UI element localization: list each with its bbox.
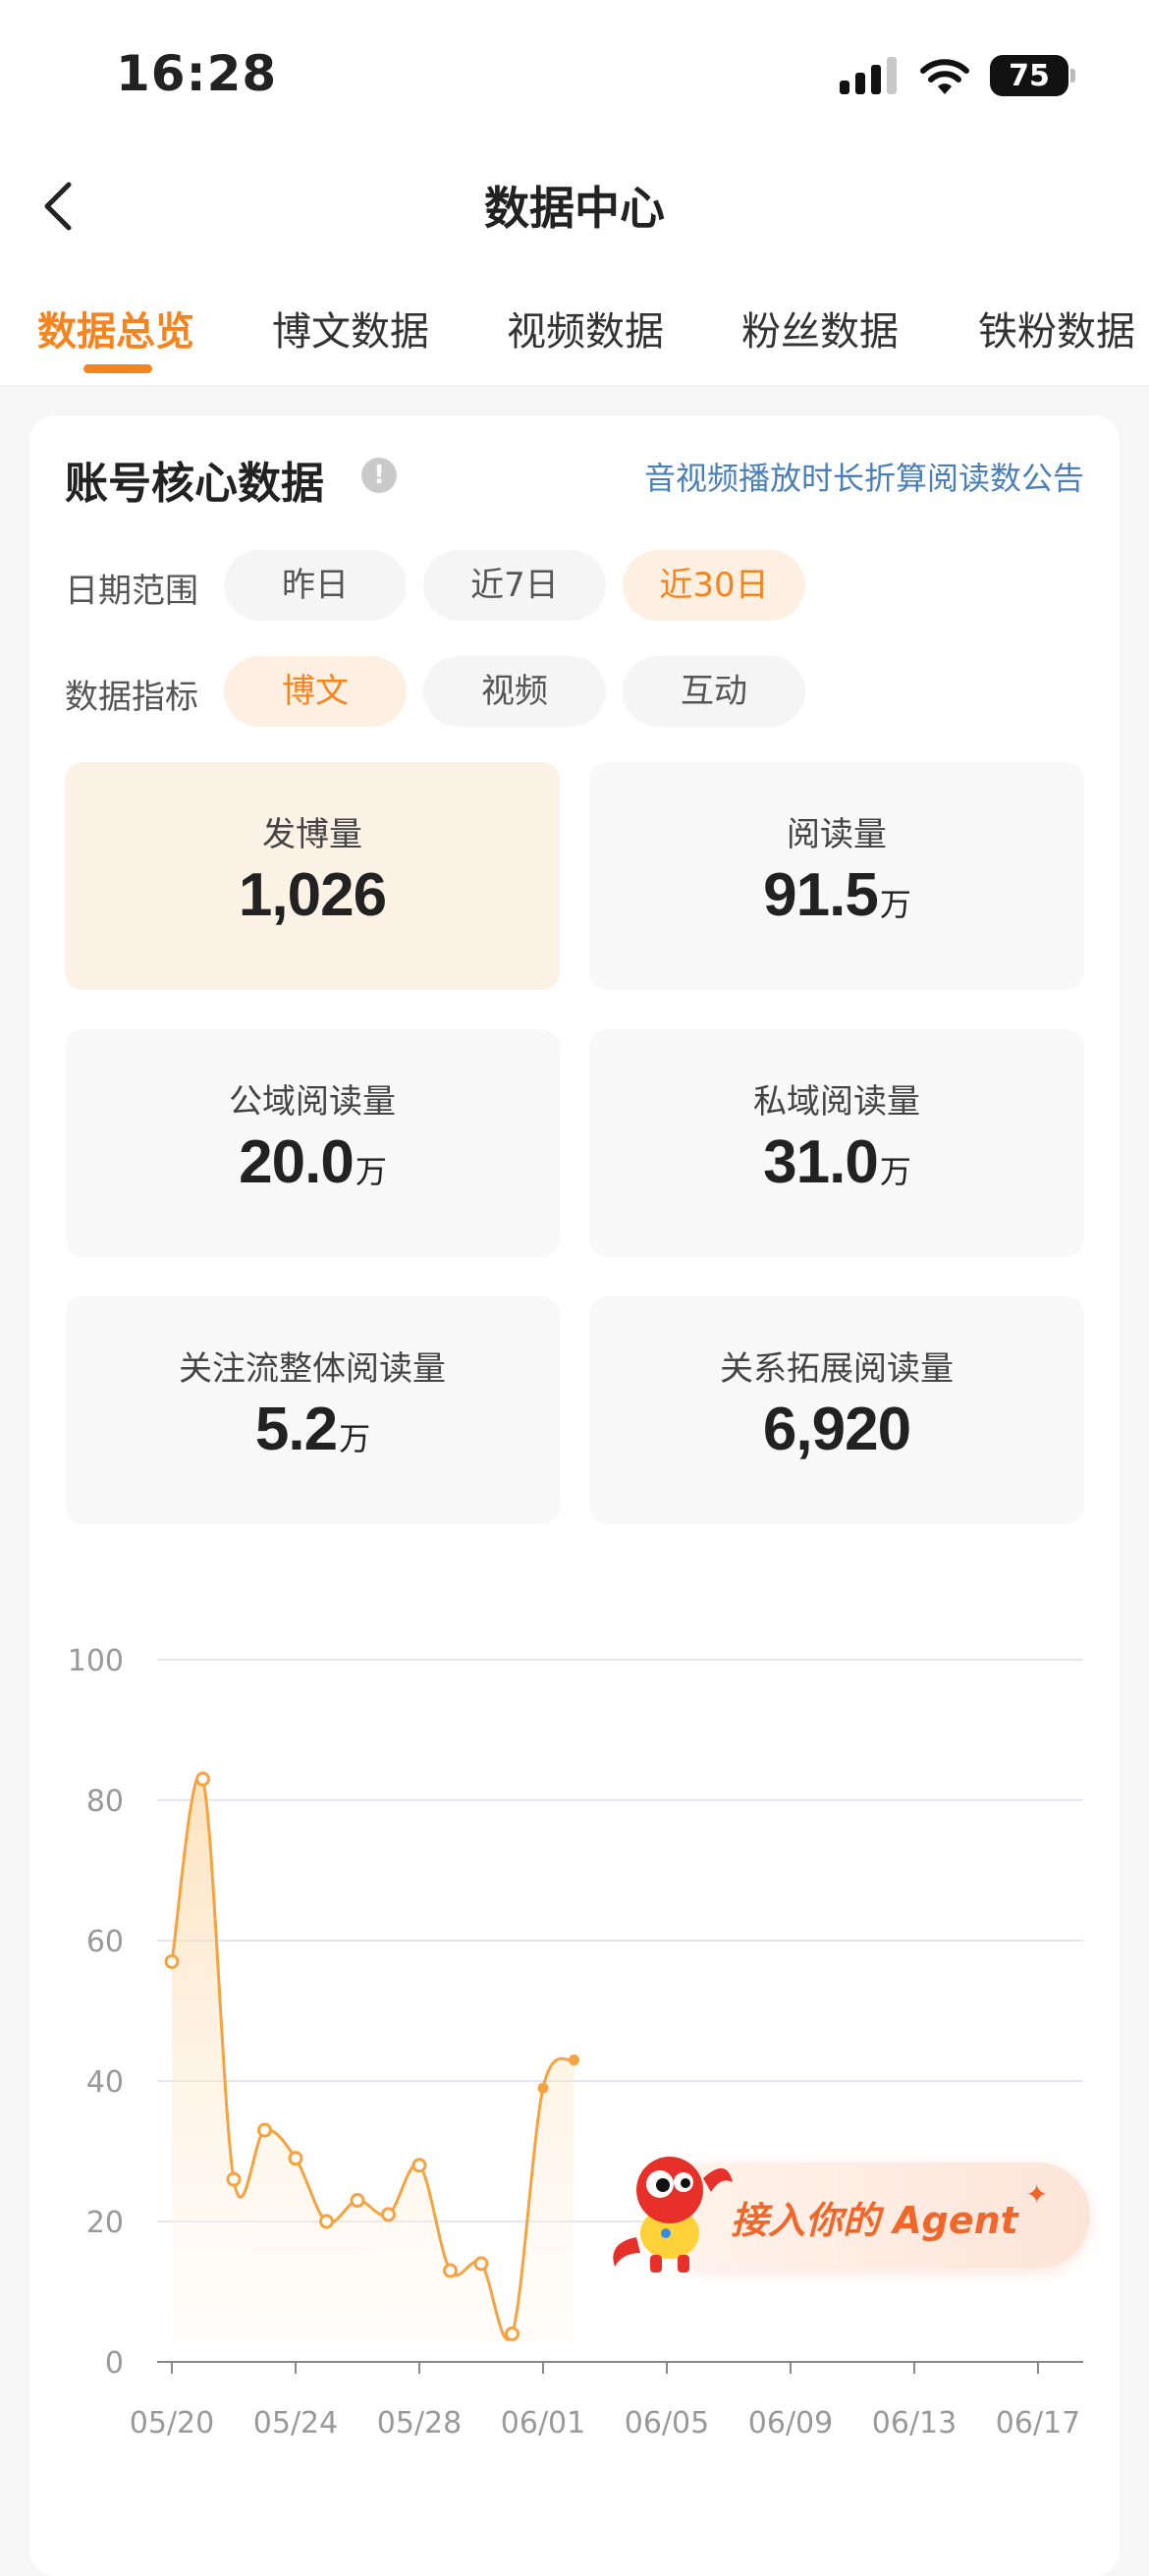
data-point	[505, 2326, 520, 2341]
metric-unit: 万	[879, 1154, 911, 1189]
status-time: 16:28	[116, 45, 278, 102]
data-point	[381, 2207, 396, 2222]
x-tick-label: 05/24	[253, 2406, 338, 2440]
data-point	[443, 2263, 458, 2278]
y-tick-label: 100	[68, 1644, 124, 1678]
x-tick-label: 06/01	[501, 2406, 585, 2440]
data-point	[350, 2193, 365, 2209]
data-point	[195, 1772, 210, 1787]
metric-unit: 万	[879, 887, 911, 922]
data-point	[319, 2214, 334, 2229]
battery-icon: 75	[990, 55, 1075, 96]
x-tick-label: 05/20	[130, 2406, 214, 2440]
status-bar: 16:28 75	[0, 0, 1149, 147]
agent-banner-text: 接入你的 Agent	[731, 2199, 1018, 2242]
wifi-icon	[920, 59, 969, 94]
x-tick-label: 06/13	[872, 2406, 957, 2440]
metric-value: 6,920	[762, 1396, 911, 1463]
metric-unit: 万	[339, 1421, 370, 1456]
metric-type-label: 数据指标	[65, 678, 198, 717]
metric-card-reads[interactable]: 阅读量 91.5万	[589, 762, 1084, 990]
data-point	[569, 2055, 579, 2066]
info-icon[interactable]: !	[361, 458, 397, 493]
metric-label: 关系拓展阅读量	[720, 1349, 954, 1389]
metric-value: 5.2	[254, 1396, 338, 1463]
metric-option-posts[interactable]: 博文	[224, 656, 407, 727]
metric-value: 1,026	[238, 861, 387, 929]
data-point	[537, 2082, 549, 2094]
metric-card-posts[interactable]: 发博量 1,026	[65, 762, 560, 990]
date-option-yesterday[interactable]: 昨日	[224, 550, 407, 621]
page-title: 数据中心	[484, 182, 665, 235]
metric-value: 91.5	[763, 861, 879, 929]
metric-label: 公域阅读量	[229, 1082, 396, 1122]
x-tick-label: 05/28	[377, 2406, 462, 2440]
data-point	[164, 1953, 180, 1969]
metric-unit: 万	[355, 1154, 387, 1189]
metric-card-relation-reads[interactable]: 关系拓展阅读量 6,920	[589, 1296, 1084, 1524]
date-option-7days[interactable]: 近7日	[423, 550, 606, 621]
tab-videos[interactable]: 视频数据	[507, 300, 664, 356]
data-point	[473, 2256, 489, 2272]
tab-iron-fans[interactable]: 铁粉数据	[978, 300, 1135, 356]
metric-label: 发博量	[262, 815, 362, 854]
tab-bar: 数据总览 博文数据 视频数据 粉丝数据 铁粉数据	[0, 270, 1149, 386]
battery-level: 75	[1009, 58, 1050, 93]
metric-card-private-reads[interactable]: 私域阅读量 31.0万	[589, 1029, 1084, 1257]
notice-link[interactable]: 音视频播放时长折算阅读数公告	[644, 454, 1084, 499]
y-tick-label: 40	[86, 2065, 124, 2100]
cellular-signal-icon	[840, 57, 897, 94]
y-tick-label: 0	[105, 2346, 124, 2381]
metric-option-videos[interactable]: 视频	[423, 656, 606, 727]
tab-overview[interactable]: 数据总览	[37, 300, 194, 356]
metric-card-follow-feed-reads[interactable]: 关注流整体阅读量 5.2万	[65, 1296, 560, 1524]
tab-fans[interactable]: 粉丝数据	[741, 300, 899, 356]
x-tick-label: 06/17	[996, 2406, 1080, 2440]
data-point	[288, 2151, 303, 2166]
date-range-label: 日期范围	[65, 572, 198, 611]
metric-option-interactions[interactable]: 互动	[623, 656, 805, 727]
metric-value: 31.0	[763, 1128, 879, 1196]
series-area	[172, 1774, 574, 2342]
metric-label: 关注流整体阅读量	[179, 1349, 446, 1389]
card-title: 账号核心数据	[65, 459, 324, 509]
data-point	[411, 2158, 427, 2173]
x-tick-label: 06/05	[625, 2406, 709, 2440]
date-option-30days[interactable]: 近30日	[623, 550, 805, 621]
tab-active-indicator	[83, 364, 152, 373]
x-tick-label: 06/09	[748, 2406, 833, 2440]
tab-posts[interactable]: 博文数据	[272, 300, 429, 356]
metric-label: 私域阅读量	[753, 1082, 920, 1122]
agent-banner[interactable]: 接入你的 Agent ✦	[601, 2139, 1090, 2273]
metric-card-public-reads[interactable]: 公域阅读量 20.0万	[65, 1029, 560, 1257]
y-tick-label: 60	[86, 1925, 124, 1959]
y-tick-label: 80	[86, 1784, 124, 1819]
crab-mascot-icon	[613, 2157, 733, 2273]
trend-chart: 0 20 40 60 80 100 05/20 05/24 05/28 06/01 06/05 06/…	[68, 1644, 1083, 2440]
metric-label: 阅读量	[787, 815, 887, 854]
data-point	[226, 2171, 242, 2187]
sparkle-icon: ✦	[1025, 2178, 1049, 2211]
y-tick-label: 20	[86, 2206, 124, 2240]
data-point	[257, 2122, 272, 2138]
metric-value: 20.0	[239, 1128, 355, 1196]
